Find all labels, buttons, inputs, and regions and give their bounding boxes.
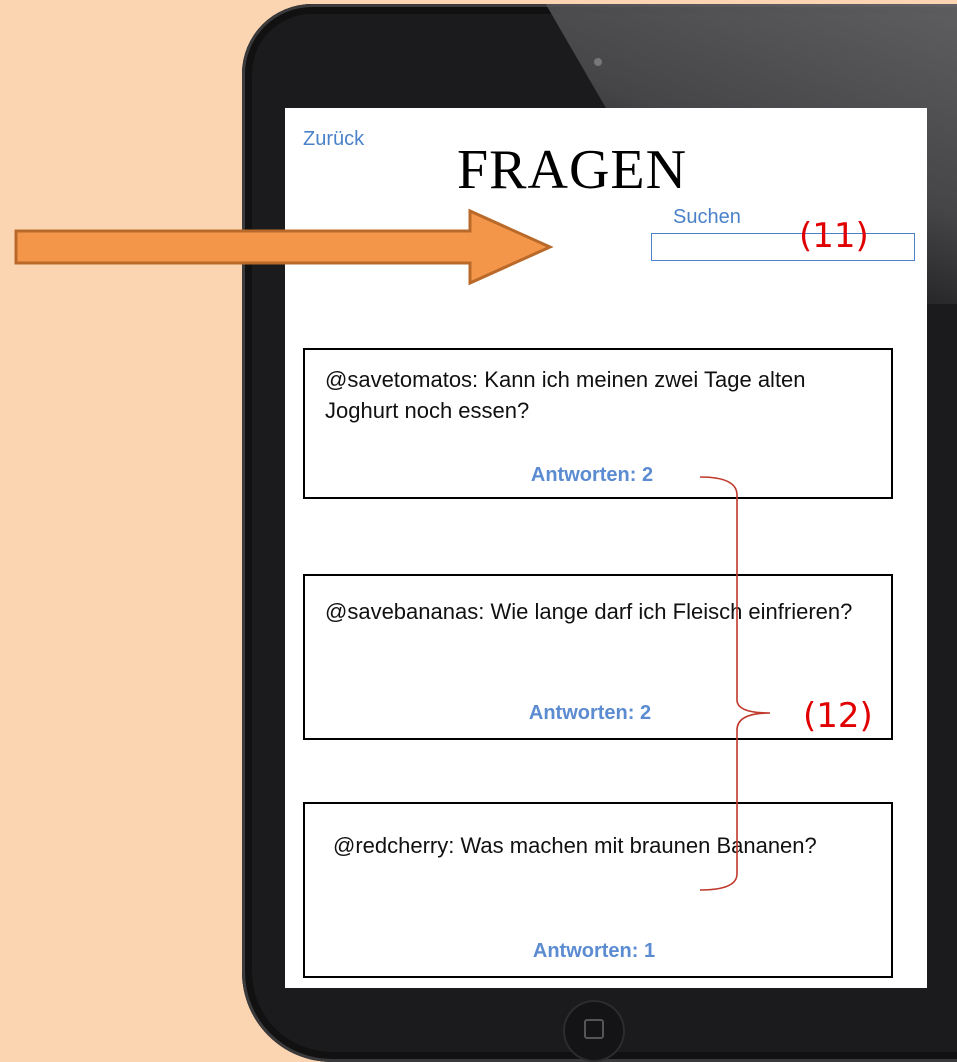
callout-12-label: (12) — [803, 696, 873, 736]
callout-11-label: (11) — [799, 216, 869, 256]
page-title: FRAGEN — [457, 139, 688, 201]
question-text: @redcherry: Was machen mit braunen Banan… — [333, 833, 817, 858]
arrow-shape — [14, 208, 554, 286]
search-label: Suchen — [673, 206, 741, 228]
scene: Zurück FRAGEN Suchen @savetomatos: Kann … — [0, 0, 957, 1062]
home-button[interactable] — [565, 1002, 623, 1060]
question-text: @savetomatos: Kann ich meinen zwei Tage … — [325, 367, 806, 423]
answers-link[interactable]: Antworten: 2 — [297, 702, 883, 725]
camera-icon — [594, 58, 602, 66]
annotation-arrow — [14, 208, 554, 286]
answers-link[interactable]: Antworten: 2 — [299, 464, 885, 487]
back-link[interactable]: Zurück — [303, 128, 364, 151]
answers-link[interactable]: Antworten: 1 — [301, 940, 887, 963]
home-square-icon — [584, 1019, 604, 1039]
search-input[interactable] — [651, 233, 915, 261]
question-card[interactable]: @redcherry: Was machen mit braunen Banan… — [303, 802, 893, 978]
question-text: @savebananas: Wie lange darf ich Fleisch… — [325, 599, 853, 624]
question-card[interactable]: @savetomatos: Kann ich meinen zwei Tage … — [303, 348, 893, 499]
